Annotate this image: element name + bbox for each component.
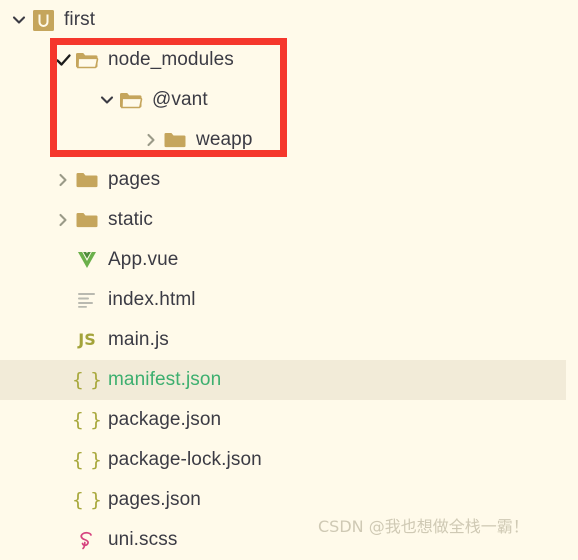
- tree-row[interactable]: App.vue: [0, 240, 578, 280]
- tree-row[interactable]: JS main.js: [0, 320, 578, 360]
- tree-row-label: package-lock.json: [108, 449, 262, 470]
- json-file-icon: { }: [71, 408, 103, 431]
- tree-row[interactable]: index.html: [0, 280, 578, 320]
- file-explorer-panel: first node_modules @vant weapp pages static Ap…: [0, 0, 578, 550]
- tree-row[interactable]: node_modules: [0, 40, 578, 80]
- scss-file-icon: [74, 520, 100, 560]
- chevron-right-icon[interactable]: [140, 120, 162, 160]
- folder-open-icon: [74, 40, 100, 80]
- html-file-icon: [74, 280, 100, 320]
- tree-row-label: weapp: [196, 129, 253, 150]
- chevron-right-icon[interactable]: [52, 160, 74, 200]
- tree-row[interactable]: weapp: [0, 120, 578, 160]
- file-tree: first node_modules @vant weapp pages static Ap…: [0, 0, 578, 560]
- tree-row[interactable]: first: [0, 0, 578, 40]
- chevron-right-icon[interactable]: [52, 200, 74, 240]
- folder-closed-icon: [74, 160, 100, 200]
- chevron-down-icon[interactable]: [8, 0, 30, 40]
- tree-row-label: App.vue: [108, 249, 179, 270]
- watermark-text: CSDN @我也想做全栈一霸！: [318, 517, 529, 536]
- tree-row[interactable]: pages: [0, 160, 578, 200]
- js-file-icon: JS: [78, 330, 96, 349]
- json-file-icon: { }: [71, 368, 103, 391]
- check-icon[interactable]: [52, 40, 74, 80]
- tree-row-label: static: [108, 209, 153, 230]
- vue-file-icon: [74, 240, 100, 280]
- chevron-down-icon[interactable]: [96, 80, 118, 120]
- tree-row-label: node_modules: [108, 49, 234, 70]
- tree-row-label: pages: [108, 169, 161, 190]
- tree-row-label: package.json: [108, 409, 222, 430]
- tree-row-label: manifest.json: [108, 369, 222, 390]
- tree-row[interactable]: { } manifest.json: [0, 360, 566, 400]
- folder-closed-icon: [74, 200, 100, 240]
- folder-closed-icon: [162, 120, 188, 160]
- tree-row-label: main.js: [108, 329, 169, 350]
- tree-row-label: pages.json: [108, 489, 201, 510]
- tree-row-label: @vant: [152, 89, 208, 110]
- uniapp-project-icon: [30, 0, 56, 40]
- tree-row-label: first: [64, 9, 96, 30]
- json-file-icon: { }: [71, 488, 103, 511]
- tree-row[interactable]: { } package-lock.json: [0, 440, 578, 480]
- json-file-icon: { }: [71, 448, 103, 471]
- tree-row-label: uni.scss: [108, 529, 178, 550]
- tree-row[interactable]: @vant: [0, 80, 578, 120]
- tree-row[interactable]: { } package.json: [0, 400, 578, 440]
- folder-open-icon: [118, 80, 144, 120]
- tree-row[interactable]: static: [0, 200, 578, 240]
- tree-row-label: index.html: [108, 289, 196, 310]
